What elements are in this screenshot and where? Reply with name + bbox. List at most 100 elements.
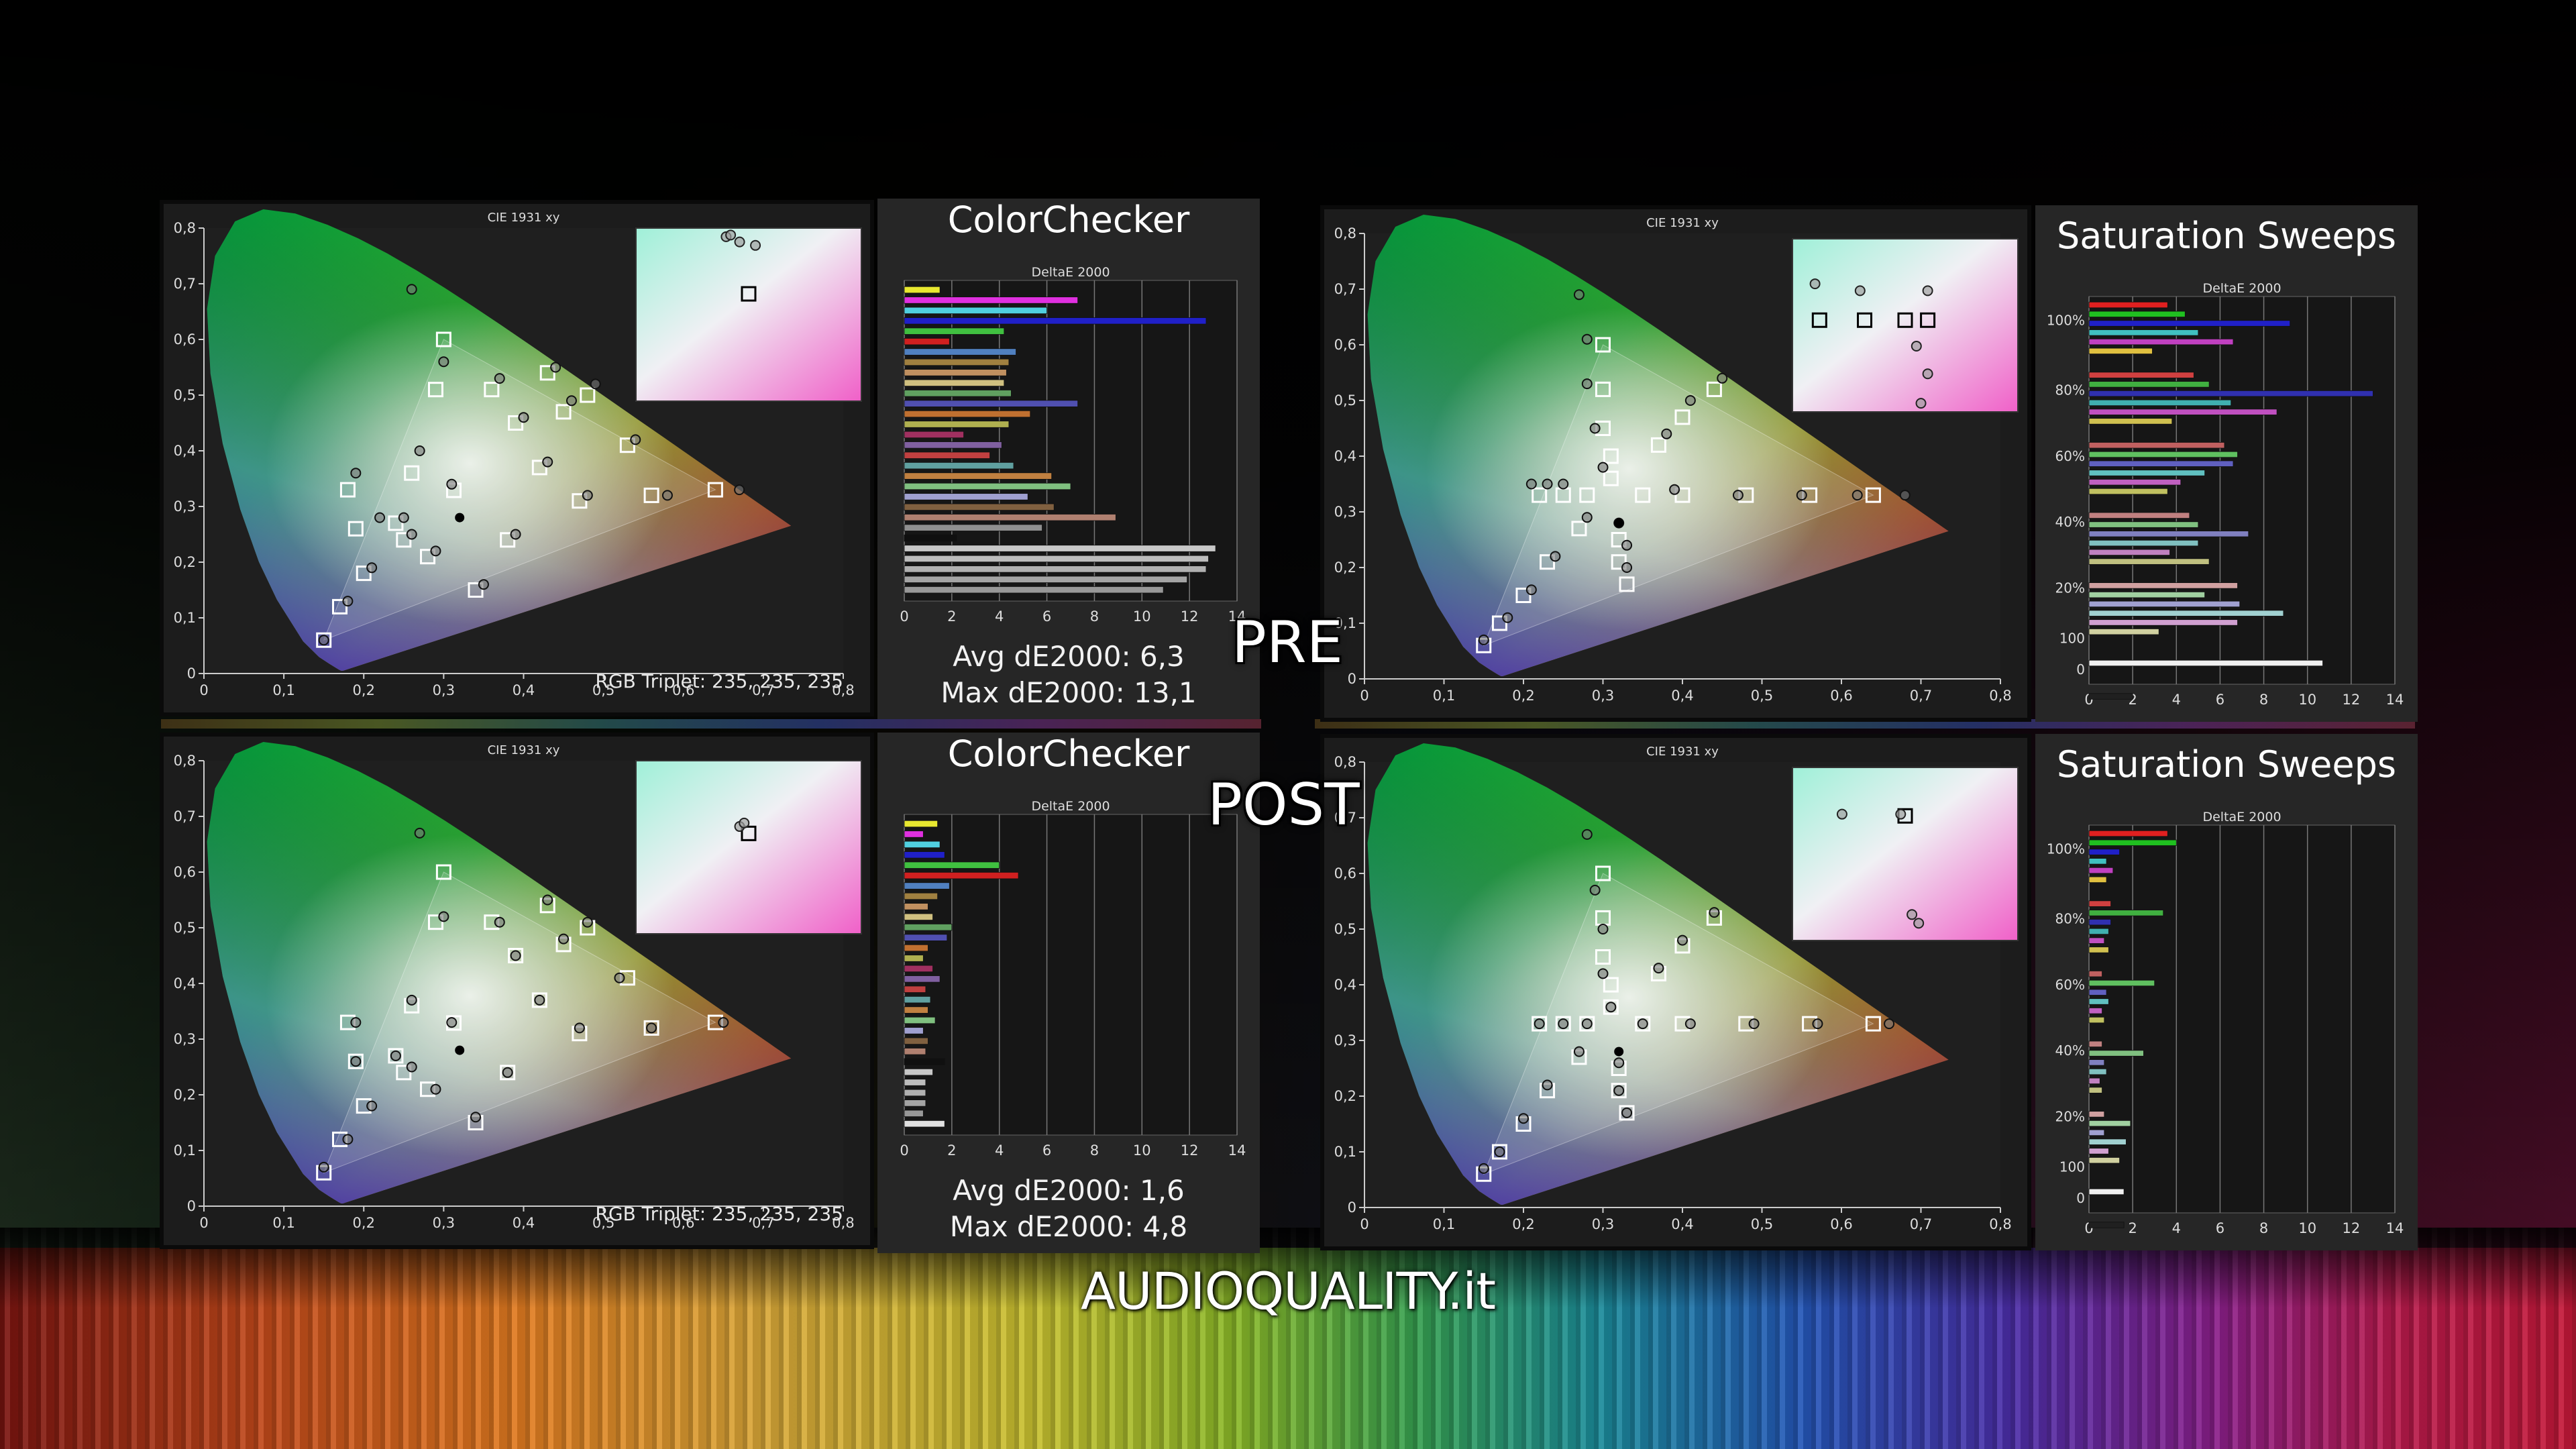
pre-colorchecker-bars: DeltaE 20000 2 4 6 8 10 12 14 — [900, 265, 1246, 625]
bar — [2088, 320, 2291, 327]
bar-x-tick-label: 14 — [1228, 1142, 1246, 1159]
bar — [904, 555, 1209, 563]
measured-point — [1899, 490, 1911, 501]
bar-x-tick-label: 4 — [995, 608, 1004, 625]
y-tick-label: 0,6 — [174, 331, 196, 347]
measured-point — [1525, 584, 1537, 596]
measured-point — [1661, 428, 1672, 439]
measured-point — [374, 512, 386, 523]
measured-point — [574, 1022, 585, 1034]
bar — [2088, 1157, 2120, 1164]
bar-x-tick-label: 6 — [1042, 1142, 1051, 1159]
bar — [2088, 409, 2277, 415]
measured-point — [1573, 289, 1585, 301]
bar-x-tick-label: 10 — [1133, 608, 1151, 625]
post-saturation-bars: DeltaE 2000 0 2 4 6 8 10 12 14 100% 80% 60% 40% 20% 10… — [2047, 810, 2404, 1236]
y-tick-label: 0,4 — [174, 443, 196, 459]
measured-point — [406, 994, 417, 1006]
post-saturation-cie-svg: CIE 1931 xy 0 0,1 0,2 0,3 0,4 0,5 0,6 0,7 0,8 0 0,1… — [1334, 743, 2019, 1232]
pre-saturation-panel: Saturation Sweeps DeltaE 2000 0 2 4 6 8 10 12 14… — [2035, 205, 2418, 722]
y-tick-label: 0,8 — [1334, 754, 1356, 770]
y-tick-label: 0,5 — [174, 920, 196, 936]
bar — [2088, 470, 2206, 476]
measured-point — [661, 490, 673, 501]
bar-x-tick-label: 14 — [2386, 692, 2404, 708]
measured-point — [1502, 612, 1513, 623]
bar — [904, 1110, 924, 1117]
bar — [2088, 512, 2190, 519]
x-tick-label: 0,2 — [353, 1215, 375, 1231]
measured-point — [1637, 1018, 1648, 1030]
y-tick-label: 0,7 — [1334, 281, 1356, 297]
measured-point — [350, 1056, 362, 1067]
bar — [904, 882, 950, 890]
bar — [2088, 1016, 2105, 1024]
bar — [904, 985, 926, 993]
measured-point — [1613, 1085, 1625, 1096]
bar — [904, 955, 924, 962]
bar-x-tick-label: 10 — [2298, 692, 2316, 708]
bar-x-tick-label: 14 — [2386, 1220, 2404, 1236]
bar-group-label: 0 — [2076, 1190, 2085, 1206]
pre-max-de: Max dE2000: 13,1 — [941, 676, 1197, 709]
y-tick-label: 0 — [1348, 671, 1356, 687]
bar — [2088, 558, 2210, 565]
bar-x-tick-label: 12 — [2342, 1220, 2360, 1236]
bar-group-label: 20% — [2055, 1109, 2085, 1125]
chart-title: CIE 1931 xy — [1646, 216, 1719, 230]
bar-chart-subtitle: DeltaE 2000 — [1031, 265, 1110, 280]
bar — [2088, 989, 2107, 996]
bar — [2088, 1188, 2125, 1195]
bar — [904, 820, 938, 828]
measured-point — [1518, 1113, 1529, 1124]
bar — [904, 851, 945, 859]
bar — [904, 1027, 924, 1034]
bar — [904, 390, 1012, 397]
x-tick-label: 0 — [199, 1215, 208, 1231]
measured-point — [718, 1017, 729, 1028]
bar — [904, 944, 928, 952]
bar — [2088, 1222, 2125, 1228]
x-tick-label: 0,4 — [1671, 688, 1693, 704]
bar-x-tick-label: 10 — [2298, 1220, 2316, 1236]
bar — [904, 297, 1079, 304]
y-tick-label: 0,4 — [174, 975, 196, 991]
y-tick-label: 0,3 — [1334, 504, 1356, 520]
y-tick-label: 0,7 — [174, 276, 196, 292]
pre-saturation-cie-svg: CIE 1931 xy0 0,1 0,2 0,3 0,4 0,5 0,6 0,7 0,800,1… — [1334, 214, 2019, 704]
bar — [2088, 591, 2206, 598]
bar-chart-subtitle: DeltaE 2000 — [1031, 799, 1110, 814]
bar — [904, 286, 941, 294]
bar — [904, 369, 1007, 376]
measured-point — [590, 378, 601, 390]
bar — [2088, 900, 2111, 907]
bar — [904, 472, 1053, 480]
inset-measured-point — [1922, 285, 1933, 297]
bar — [2088, 1120, 2131, 1127]
inset-measured-point — [1907, 909, 1918, 920]
bar — [2088, 910, 2164, 916]
pre-cie-chart: CIE 1931 xy 0 0,1 0,2 0,3 0,4 0,5 0,6 0,7 0,8 0 0,1… — [160, 200, 874, 716]
measured-point — [350, 468, 362, 479]
bar — [904, 1058, 945, 1065]
measured-point — [1748, 1018, 1760, 1030]
bar — [2088, 867, 2114, 874]
x-tick-label: 0,4 — [1671, 1216, 1693, 1232]
bar — [2088, 693, 2133, 700]
bar — [2088, 1068, 2107, 1075]
y-tick-label: 0,3 — [174, 1031, 196, 1047]
post-label: POST — [1208, 771, 1360, 839]
y-tick-label: 0,5 — [1334, 392, 1356, 409]
bar — [904, 337, 950, 345]
measured-point — [1558, 478, 1569, 490]
measured-point — [494, 373, 505, 384]
post-colorchecker-panel: ColorChecker DeltaE 2000 0 2 4 6 8 10 12 14 Avg … — [877, 733, 1260, 1253]
y-tick-label: 0,4 — [1334, 448, 1356, 464]
measured-point — [534, 994, 545, 1006]
bar-x-tick-label: 4 — [2172, 1220, 2181, 1236]
measured-point — [1732, 490, 1743, 501]
bar-x-tick-label: 0 — [900, 1142, 908, 1159]
bar — [2088, 390, 2373, 397]
bar — [2088, 479, 2182, 486]
measured-point — [350, 1017, 362, 1028]
